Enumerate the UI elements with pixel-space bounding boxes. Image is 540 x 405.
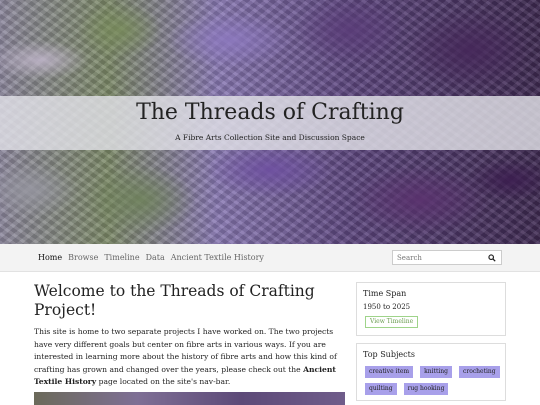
intro-text: This site is home to two separate projec…	[34, 327, 337, 374]
tag-rug-hooking[interactable]: rug hooking	[403, 383, 449, 395]
timespan-card: Time Span 1950 to 2025 View Timeline	[356, 282, 506, 336]
top-subjects-title: Top Subjects	[363, 350, 415, 359]
search-input[interactable]	[393, 251, 483, 264]
site-title[interactable]: The Threads of Crafting	[0, 100, 540, 125]
main-content: Welcome to the Threads of Crafting Proje…	[34, 282, 346, 389]
top-subjects-card: Top Subjects creative item knitting croc…	[356, 343, 506, 401]
tag-knitting[interactable]: knitting	[420, 366, 452, 378]
nav-item-data[interactable]: Data	[146, 253, 165, 262]
subject-tags: creative item knitting crocheting quilti…	[365, 366, 505, 395]
search-box	[392, 250, 502, 265]
page-title: Welcome to the Threads of Crafting Proje…	[34, 282, 315, 319]
tag-quilting[interactable]: quilting	[365, 383, 397, 395]
site-subtitle: A Fibre Arts Collection Site and Discuss…	[175, 133, 365, 142]
nav-item-browse[interactable]: Browse	[68, 253, 98, 262]
intro-text-end: page located on the site's nav-bar.	[96, 377, 231, 387]
feature-image	[34, 392, 345, 405]
tag-creative-item[interactable]: creative item	[365, 366, 414, 378]
nav-item-ancient-textile-history[interactable]: Ancient Textile History	[171, 253, 264, 262]
nav-item-home[interactable]: Home	[38, 253, 62, 262]
view-timeline-button[interactable]: View Timeline	[365, 316, 419, 328]
timespan-title: Time Span	[363, 289, 407, 298]
timespan-range: 1950 to 2025	[363, 303, 411, 311]
search-button[interactable]	[483, 251, 501, 264]
magnifier-icon	[488, 253, 496, 262]
nav-links: Home Browse Timeline Data Ancient Textil…	[38, 253, 264, 262]
intro-paragraph: This site is home to two separate projec…	[34, 326, 346, 389]
nav-item-timeline[interactable]: Timeline	[104, 253, 139, 262]
tag-crocheting[interactable]: crocheting	[458, 366, 500, 378]
hero-banner: The Threads of Crafting A Fibre Arts Col…	[0, 0, 540, 244]
